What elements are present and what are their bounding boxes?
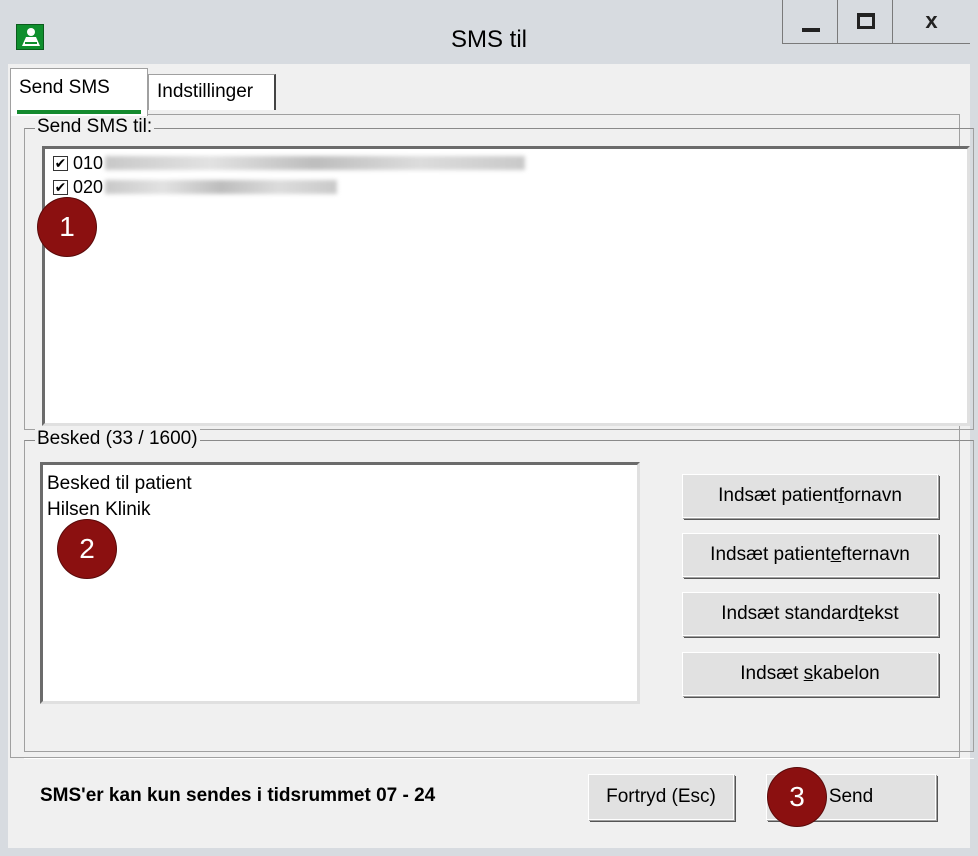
tab-label: Send SMS [19,77,110,98]
insert-patient-lastname-button[interactable]: Indsæt patientefternavn [682,533,938,577]
accelerator-key: e [830,544,842,565]
annotation-marker-2: 2 [58,520,116,578]
title-bar[interactable]: SMS til x [8,0,970,64]
close-button[interactable]: x [892,0,970,44]
recipient-checkbox[interactable]: ✔ [53,179,68,195]
minimize-icon [802,28,820,32]
minimize-button[interactable] [782,0,837,44]
button-label: Indsæt standard [721,603,859,624]
redacted-recipient-details [105,156,526,170]
recipient-row[interactable]: ✔ 010 [53,152,526,173]
button-label: Indsæt [740,663,804,684]
maximize-button[interactable] [837,0,892,44]
button-label: fternavn [841,544,910,565]
recipients-list[interactable]: ✔ 010 ✔ 020 [42,146,970,426]
message-line: Hilsen Klinik [47,499,151,520]
message-textarea[interactable]: Besked til patient Hilsen Klinik [40,462,640,704]
annotation-marker-3: 3 [768,768,826,826]
insert-template-button[interactable]: Indsæt skabelon [682,652,938,696]
redacted-recipient-details [105,180,338,194]
tab-label: Indstillinger [157,81,254,102]
recipient-number-prefix: 010 [73,152,104,173]
close-icon: x [925,8,938,33]
active-tab-indicator [17,110,141,114]
button-label: ornavn [843,485,902,506]
insert-standard-text-button[interactable]: Indsæt standardtekst [682,592,938,636]
annotation-marker-1: 1 [38,198,96,256]
tab-indstillinger[interactable]: Indstillinger [148,74,276,110]
recipient-row[interactable]: ✔ 020 [53,176,338,197]
button-label: Indsæt patient [710,544,831,565]
recipients-legend: Send SMS til: [35,116,155,138]
recipient-checkbox[interactable]: ✔ [53,155,68,171]
maximize-icon [857,13,875,29]
time-window-notice: SMS'er kan kun sendes i tidsrummet 07 - … [40,785,436,806]
button-label: kabelon [813,663,880,684]
cancel-button[interactable]: Fortryd (Esc) [588,774,734,820]
recipient-number-prefix: 020 [73,176,104,197]
caption-buttons: x [782,0,970,44]
message-line: Besked til patient [47,473,192,494]
tab-send-sms[interactable]: Send SMS [10,68,148,116]
accelerator-key: s [803,663,814,684]
insert-patient-firstname-button[interactable]: Indsæt patientfornavn [682,474,938,518]
button-label: Indsæt patient [718,485,839,506]
message-legend: Besked (33 / 1600) [35,428,200,450]
button-label: ekst [863,603,899,624]
